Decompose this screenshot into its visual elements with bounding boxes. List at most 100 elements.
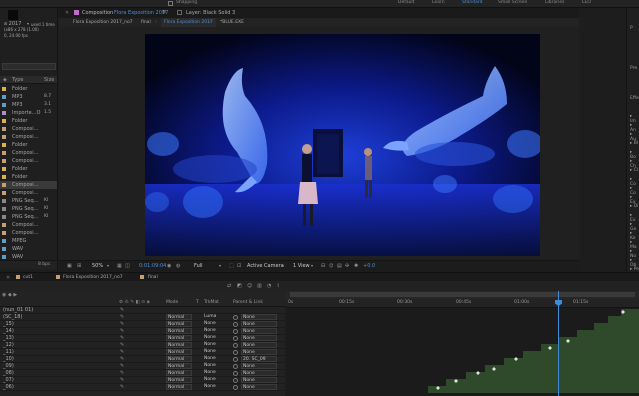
col-t[interactable]: T xyxy=(196,300,199,305)
project-item[interactable]: Folder xyxy=(0,165,57,173)
time-ruler[interactable]: 0s 00:15s 00:30s 00:45s 01:00s 01:15s xyxy=(286,299,639,308)
work-area-range[interactable] xyxy=(290,292,635,297)
quality-switch-icon[interactable]: ✎ xyxy=(120,307,124,313)
project-item[interactable]: MP3 3.1 xyxy=(0,101,57,109)
parent-select[interactable]: None xyxy=(241,370,277,376)
label-swatch[interactable] xyxy=(2,191,6,195)
parent-select[interactable]: 20. SC_09 xyxy=(241,356,277,362)
blend-mode-select[interactable]: Normal xyxy=(166,384,192,390)
parent-select[interactable]: None xyxy=(241,328,277,334)
draft-3d-icon[interactable]: ◩ xyxy=(237,283,242,289)
label-swatch[interactable] xyxy=(2,111,6,115)
project-item[interactable]: PNG Seq... KI xyxy=(0,213,57,221)
layer-name[interactable]: _09) xyxy=(3,363,14,369)
label-swatch[interactable] xyxy=(2,119,6,123)
effects-category[interactable]: P xyxy=(630,26,633,31)
layer-name[interactable]: _14) xyxy=(3,328,14,334)
toggle-transparency-icon[interactable]: ▦ xyxy=(117,263,122,269)
pickwhip-icon[interactable] xyxy=(233,364,238,369)
layer-name[interactable]: (nun_01 01) xyxy=(3,307,33,313)
safe-margins-icon[interactable]: ⊞ xyxy=(77,263,81,269)
snapping-checkbox[interactable] xyxy=(168,1,173,6)
workspace-leo[interactable]: LEO xyxy=(582,0,591,5)
fast-preview-icon[interactable]: ⌬ xyxy=(329,263,333,269)
effects-category[interactable]: ▸ Di xyxy=(630,204,638,209)
col-mode[interactable]: Mode xyxy=(166,300,178,305)
timeline-tab-final[interactable]: final xyxy=(148,275,158,280)
project-item[interactable]: Composi... xyxy=(0,125,57,133)
label-swatch[interactable] xyxy=(2,95,6,99)
effects-category[interactable]: ▸ CI xyxy=(630,168,638,173)
blend-mode-select[interactable]: Normal xyxy=(166,314,192,320)
comp-tab-name[interactable]: Flora Exposition 2017 xyxy=(114,10,168,16)
blend-mode-select[interactable]: Normal xyxy=(166,363,192,369)
label-swatch[interactable] xyxy=(2,87,6,91)
chevron-down-icon[interactable]: ▾ xyxy=(282,263,284,268)
chevron-down-icon[interactable]: ▾ xyxy=(311,263,313,268)
comp-tab-prefix[interactable]: Composition xyxy=(82,10,113,16)
label-swatch[interactable] xyxy=(2,135,6,139)
col-size[interactable]: Size xyxy=(44,77,54,83)
bpc-button[interactable]: 8 bpc xyxy=(38,262,50,267)
track-matte-select[interactable]: None xyxy=(204,321,218,327)
blend-mode-select[interactable]: Normal xyxy=(166,335,192,341)
label-swatch[interactable] xyxy=(2,239,6,243)
track-matte-select[interactable]: None xyxy=(204,349,218,355)
view-layout-select[interactable]: 1 View xyxy=(293,263,310,269)
parent-select[interactable]: None xyxy=(241,335,277,341)
blend-mode-select[interactable]: Normal xyxy=(166,328,192,334)
layer-name[interactable]: _12) xyxy=(3,342,14,348)
col-parent[interactable]: Parent & Link xyxy=(233,300,263,305)
track-matte-select[interactable]: None xyxy=(204,356,218,362)
label-swatch[interactable] xyxy=(2,247,6,251)
pickwhip-icon[interactable] xyxy=(233,336,238,341)
label-swatch[interactable] xyxy=(2,151,6,155)
subtab-blue[interactable]: *BLUE.EXE xyxy=(220,20,244,25)
reset-exposure-icon[interactable]: ✺ xyxy=(354,263,358,269)
blend-mode-select[interactable]: Normal xyxy=(166,349,192,355)
project-item[interactable]: Folder xyxy=(0,85,57,93)
workspace-standard[interactable]: Standard xyxy=(462,0,482,5)
parent-select[interactable]: None xyxy=(241,321,277,327)
layer-row[interactable]: _06) ✎ Normal None None xyxy=(0,384,285,391)
track-matte-select[interactable]: None xyxy=(204,335,218,341)
subtab-final[interactable]: final xyxy=(141,20,151,25)
label-swatch[interactable] xyxy=(2,207,6,211)
exposure-value[interactable]: +0.0 xyxy=(363,263,375,269)
layer-name[interactable]: _08) xyxy=(3,370,14,376)
workspace-default[interactable]: Default xyxy=(398,0,414,5)
label-swatch[interactable] xyxy=(2,199,6,203)
layer-name[interactable]: _06) xyxy=(3,384,14,390)
layer-bars[interactable] xyxy=(286,309,639,396)
project-item[interactable]: WAV xyxy=(0,245,57,253)
blend-mode-select[interactable]: Normal xyxy=(166,356,192,362)
layer-row[interactable]: _14) ✎ Normal None None xyxy=(0,328,285,335)
color-channel-icon[interactable]: ◍ xyxy=(176,263,180,269)
shy-icon[interactable]: ☺ xyxy=(247,283,252,289)
project-item[interactable]: Composi... xyxy=(0,189,57,197)
label-swatch[interactable] xyxy=(2,103,6,107)
blend-mode-select[interactable]: Normal xyxy=(166,370,192,376)
blend-mode-select[interactable]: Normal xyxy=(166,342,192,348)
parent-select[interactable]: None xyxy=(241,314,277,320)
workspace-libraries[interactable]: Libraries xyxy=(545,0,564,5)
col-trkmat[interactable]: TrkMat xyxy=(204,300,219,305)
current-time-indicator[interactable] xyxy=(558,291,559,396)
mask-icon[interactable]: ◫ xyxy=(125,263,130,269)
track-matte-select[interactable]: None xyxy=(204,363,218,369)
graph-editor-icon[interactable]: ⌇ xyxy=(277,283,279,289)
camera-icon[interactable]: ◉ xyxy=(167,263,171,269)
track-matte-select[interactable]: None xyxy=(204,370,218,376)
project-item[interactable]: Folder xyxy=(0,117,57,125)
quality-switch-icon[interactable]: ✎ xyxy=(120,377,124,383)
parent-select[interactable]: None xyxy=(241,384,277,390)
pixel-aspect-icon[interactable]: ⊟ xyxy=(321,263,325,269)
project-item[interactable]: Importe...O 1.5 xyxy=(0,109,57,117)
composition-frame[interactable] xyxy=(145,34,540,256)
close-icon[interactable]: ✕ xyxy=(65,10,69,16)
quality-switch-icon[interactable]: ✎ xyxy=(120,349,124,355)
label-swatch[interactable] xyxy=(2,215,6,219)
pickwhip-icon[interactable] xyxy=(233,371,238,376)
viewer-timecode[interactable]: 0:01:09:04 xyxy=(139,263,166,269)
layer-row[interactable]: _11) ✎ Normal None None xyxy=(0,349,285,356)
